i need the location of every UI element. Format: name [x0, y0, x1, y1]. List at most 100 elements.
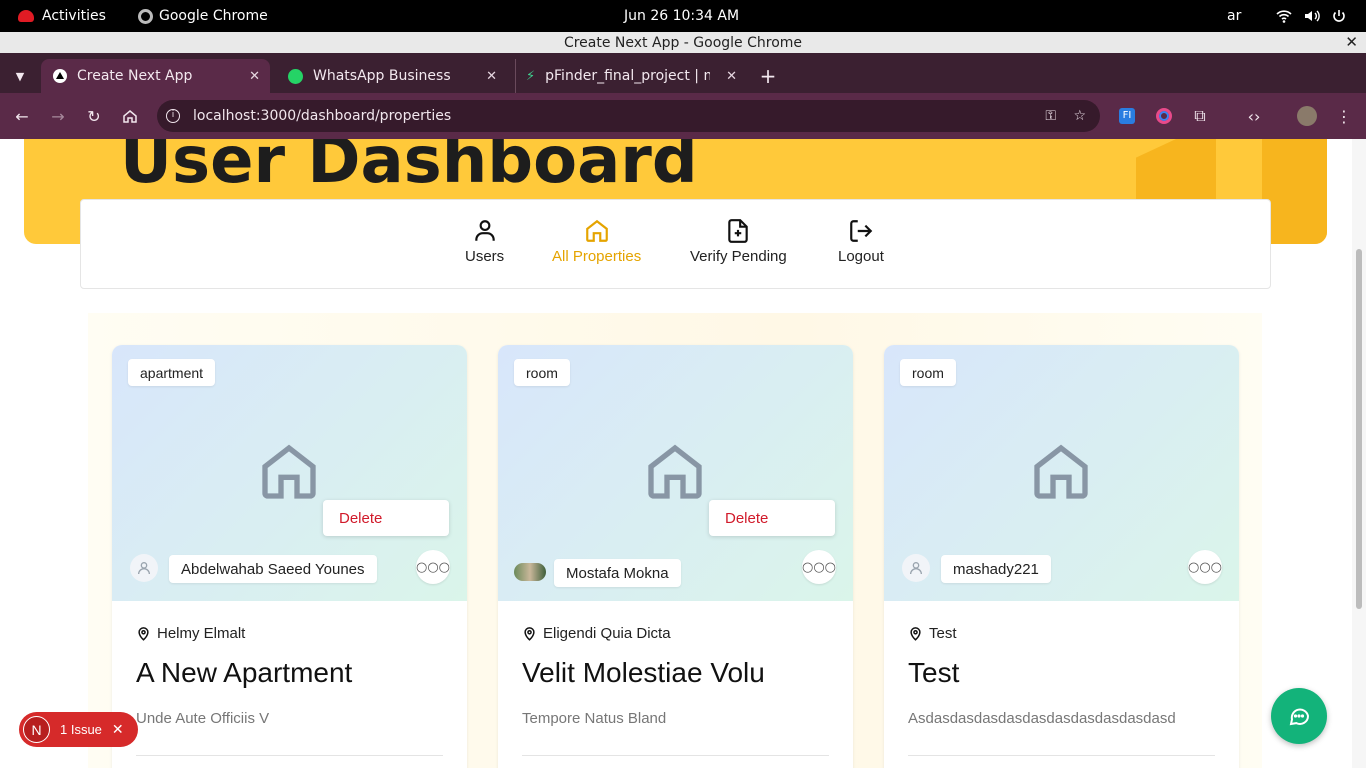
property-title: Test: [908, 657, 960, 688]
bookmark-star-icon[interactable]: ☆: [1073, 108, 1086, 124]
property-location: Test: [908, 625, 957, 642]
map-pin-icon: [910, 627, 921, 641]
more-options-button[interactable]: ○○○: [1188, 550, 1222, 584]
property-card[interactable]: apartment Abdelwahab Saeed Younes ○○○ De…: [112, 345, 467, 768]
fi-extension-icon: FI: [1119, 108, 1135, 124]
property-type-badge: apartment: [128, 359, 216, 386]
clock-label: Jun 26 10:34 AM: [624, 8, 740, 24]
tab-whatsapp[interactable]: WhatsApp Business ✕: [278, 59, 507, 93]
system-status-area[interactable]: [1276, 0, 1346, 32]
close-tab-icon[interactable]: ✕: [486, 69, 497, 84]
tab-create-next-app[interactable]: Create Next App ✕: [41, 59, 270, 93]
location-text: Eligendi Quia Dicta: [543, 625, 671, 642]
home-placeholder-icon: [262, 444, 316, 499]
user-icon: [474, 220, 495, 241]
home-placeholder-icon: [648, 444, 702, 499]
nextjs-issues-badge[interactable]: N 1 Issue ✕: [19, 712, 138, 747]
new-tab-button[interactable]: +: [757, 59, 779, 93]
nav-users[interactable]: Users: [465, 218, 504, 265]
wifi-icon: [1276, 10, 1292, 23]
chrome-icon: [138, 8, 153, 24]
window-titlebar: Create Next App - Google Chrome ✕: [0, 32, 1366, 53]
extension-fi-button[interactable]: FI: [1117, 93, 1137, 139]
password-key-icon[interactable]: ⚿: [1045, 108, 1056, 124]
owner-name: Abdelwahab Saeed Younes: [169, 555, 377, 583]
home-icon: [123, 110, 137, 123]
app-menu[interactable]: Google Chrome: [138, 0, 268, 32]
property-image: room Mostafa Mokna ○○○ Delete: [498, 345, 853, 601]
color-picker-icon: [1156, 108, 1172, 124]
extensions-button[interactable]: ⧉: [1190, 93, 1210, 139]
more-horizontal-icon: ○○○: [415, 559, 451, 575]
property-description: Unde Aute Officiis V: [136, 710, 270, 727]
activities-button[interactable]: Activities: [18, 0, 106, 32]
clock[interactable]: Jun 26 10:34 AM: [624, 0, 739, 32]
reload-icon: ↻: [87, 106, 101, 126]
page-title: User Dashboard: [120, 139, 698, 198]
address-bar[interactable]: i localhost:3000/dashboard/properties ⚿ …: [157, 100, 1100, 132]
close-tab-icon[interactable]: ✕: [249, 69, 260, 84]
card-divider: [522, 755, 829, 756]
back-button[interactable]: ←: [10, 93, 34, 139]
power-icon: [1333, 10, 1345, 22]
nav-verify-pending[interactable]: Verify Pending: [690, 218, 787, 265]
nav-logout[interactable]: Logout: [838, 218, 884, 265]
owner-name: Mostafa Mokna: [554, 559, 681, 587]
owner-avatar: [514, 563, 546, 581]
window-close-icon[interactable]: ✕: [1345, 33, 1358, 51]
nav-label: Users: [465, 248, 505, 265]
scrollbar-thumb[interactable]: [1356, 249, 1362, 609]
location-text: Test: [929, 625, 957, 642]
home-button[interactable]: [118, 93, 142, 139]
puzzle-icon: ⧉: [1194, 106, 1206, 125]
close-tab-icon[interactable]: ✕: [726, 69, 737, 84]
property-title: Velit Molestiae Volu: [522, 657, 765, 688]
browser-toolbar: ← → ↻ i localhost:3000/dashboard/propert…: [0, 93, 1366, 139]
more-options-button[interactable]: ○○○: [416, 550, 450, 584]
code-icon: ‹›: [1247, 106, 1261, 126]
url-text: localhost:3000/dashboard/properties: [193, 108, 452, 124]
hero-decoration: [1262, 139, 1327, 244]
nav-all-properties[interactable]: All Properties: [552, 218, 641, 265]
close-icon[interactable]: ✕: [112, 721, 124, 738]
extension-color-button[interactable]: [1154, 93, 1174, 139]
page-scrollbar[interactable]: [1352, 139, 1366, 768]
property-card[interactable]: room mashady221 ○○○ Test Test Asdasdasda…: [884, 345, 1239, 768]
property-location: Helmy Elmalt: [136, 625, 245, 642]
nextjs-favicon-icon: [53, 69, 67, 83]
home-icon: [585, 219, 608, 242]
dashboard-nav: Users All Properties Verify Pending Logo…: [80, 199, 1271, 289]
profile-button[interactable]: [1296, 93, 1318, 139]
plus-icon: +: [759, 64, 777, 88]
bolt-favicon-icon: ⚡: [526, 68, 536, 84]
tab-search-button[interactable]: ▼: [6, 59, 34, 93]
property-type-badge: room: [514, 359, 570, 386]
reload-button[interactable]: ↻: [82, 93, 106, 139]
delete-menu-item[interactable]: Delete: [323, 500, 449, 536]
tab-pfinder[interactable]: ⚡ pFinder_final_project | m ✕: [515, 59, 747, 93]
arrow-left-icon: ←: [15, 106, 29, 126]
page-viewport: User Dashboard Users All Properties Veri…: [0, 139, 1366, 768]
property-description: Tempore Natus Bland: [522, 710, 667, 727]
delete-menu-item[interactable]: Delete: [709, 500, 835, 536]
site-info-icon[interactable]: i: [166, 109, 180, 123]
property-location: Eligendi Quia Dicta: [522, 625, 671, 642]
nextjs-logo-icon: N: [23, 716, 50, 743]
tab-strip: ▼ Create Next App ✕ WhatsApp Business ✕ …: [0, 53, 1366, 93]
devtools-button[interactable]: ‹›: [1242, 93, 1266, 139]
kebab-menu-icon: ⋮: [1336, 106, 1352, 126]
map-pin-icon: [524, 627, 535, 641]
map-pin-icon: [138, 627, 149, 641]
chevron-down-icon: ▼: [15, 69, 25, 83]
home-placeholder-icon: [1034, 444, 1088, 499]
property-card[interactable]: room Mostafa Mokna ○○○ Delete Eligendi Q…: [498, 345, 853, 768]
redhat-icon: [18, 10, 34, 22]
user-icon: [910, 562, 922, 575]
menu-button[interactable]: ⋮: [1334, 93, 1354, 139]
property-type-badge: room: [900, 359, 956, 386]
chat-button[interactable]: [1271, 688, 1327, 744]
more-options-button[interactable]: ○○○: [802, 550, 836, 584]
issue-count: 1 Issue: [60, 722, 102, 737]
forward-button[interactable]: →: [46, 93, 70, 139]
input-language[interactable]: ar: [1227, 0, 1241, 32]
